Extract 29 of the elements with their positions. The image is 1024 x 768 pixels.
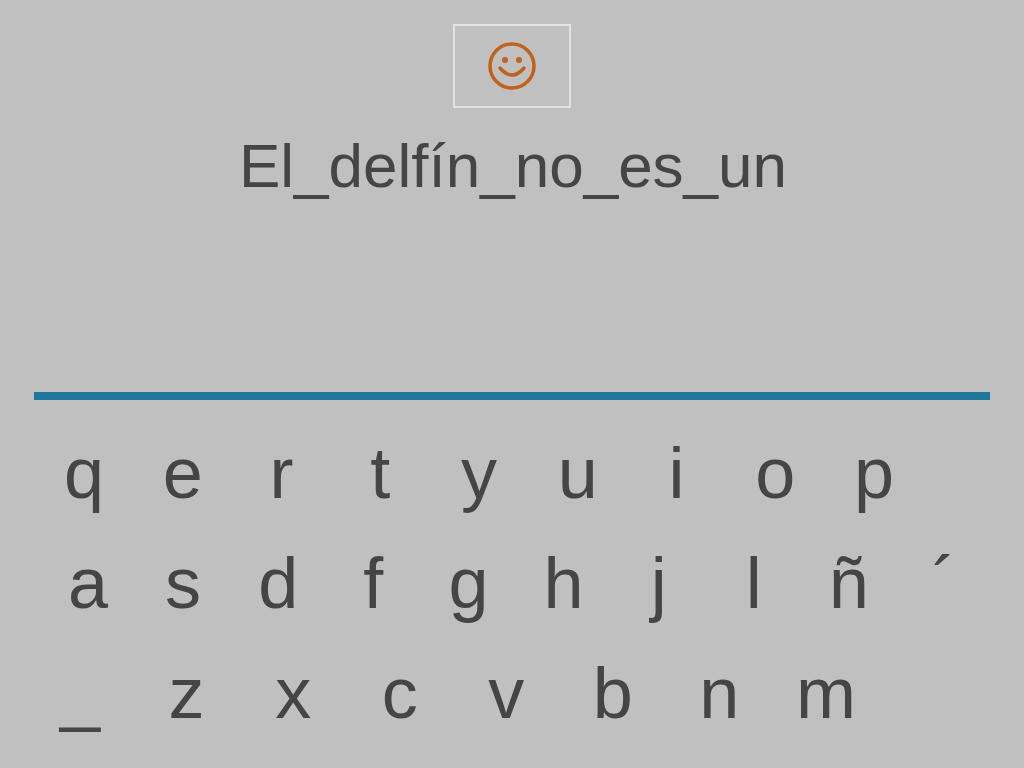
letter-key[interactable]: r [251,431,312,515]
letter-key[interactable]: d [248,541,309,625]
letter-key[interactable]: a [58,541,118,625]
letter-key[interactable]: e [152,431,213,515]
letter-key[interactable]: y [449,431,509,515]
letter-key[interactable]: f [343,541,404,625]
letter-key[interactable]: u [547,431,608,515]
letter-key[interactable]: _ [50,651,110,735]
letter-key[interactable]: z [156,651,217,735]
sentence-text: El_delfín_no_es_un [238,130,788,202]
letter-key[interactable]: g [438,541,499,625]
letter-key[interactable]: s [153,541,214,625]
letter-key[interactable]: h [533,541,594,625]
letter-key[interactable]: l [723,541,784,625]
letter-key[interactable]: q [54,431,114,515]
letter-key[interactable]: ñ [818,541,879,625]
letter-key[interactable]: ´ [914,541,974,625]
letter-key[interactable]: j [628,541,689,625]
letter-key[interactable]: o [745,431,806,515]
letter-key[interactable]: n [689,651,750,735]
letter-key[interactable]: b [582,651,643,735]
letter-key[interactable]: m [795,651,856,735]
letter-key[interactable]: i [646,431,707,515]
letter-key[interactable]: v [476,651,537,735]
smiley-icon [487,41,537,91]
letter-key[interactable]: x [263,651,324,735]
letter-key[interactable]: p [844,431,904,515]
letter-key[interactable]: c [369,651,430,735]
letter-key[interactable]: t [350,431,411,515]
